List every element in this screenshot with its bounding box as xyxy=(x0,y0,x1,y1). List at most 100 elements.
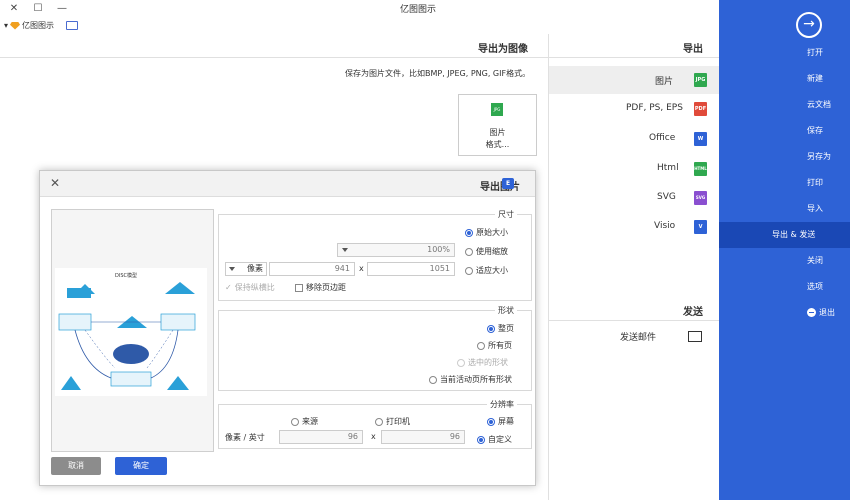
dialog-header: ✕ 导出图片 E xyxy=(40,171,535,197)
custom-option[interactable]: 自定义 xyxy=(477,434,512,445)
menu-bar: ▾ 亿图图示 xyxy=(0,18,719,34)
export-heading: 导出 xyxy=(683,44,703,55)
current-page-option[interactable]: 整页 xyxy=(487,323,514,334)
mail-icon[interactable] xyxy=(688,331,702,342)
divider xyxy=(549,320,719,321)
pdf-icon: PDF xyxy=(694,102,707,116)
export-item-label: Office xyxy=(649,133,676,143)
shape-group-label: 形状 xyxy=(495,305,517,316)
remove-margin-option[interactable]: 移除页边距 xyxy=(295,282,346,293)
radio-icon xyxy=(291,417,299,426)
sidebar-item-export-send[interactable]: 导出 & 发送 xyxy=(719,222,850,248)
resolution-group: 分辨率 屏幕 打印机 来源 自定义 96 x 96 像素 / 英寸 xyxy=(218,399,532,449)
export-image-dialog: ✕ 导出图片 E DISC模型 尺寸 原始大小 使用缩放 100% 适应大小 1… xyxy=(39,170,536,486)
printer-option[interactable]: 打印机 xyxy=(375,416,410,427)
chevron-down-icon: ▾ xyxy=(4,21,9,30)
zoom-select[interactable]: 100% xyxy=(337,243,455,257)
check-icon: ✓ xyxy=(225,283,232,292)
page-title: 导出为图像 xyxy=(478,44,528,55)
close-window-icon[interactable]: ✕ xyxy=(4,1,24,17)
minimize-window-icon[interactable]: — xyxy=(52,1,72,17)
svg-icon: SVG xyxy=(694,191,707,205)
sidebar-item-new[interactable]: 新建 xyxy=(719,66,850,92)
checkbox-icon xyxy=(295,283,303,292)
gem-icon xyxy=(10,21,21,30)
export-item-office[interactable]: Office W xyxy=(549,125,719,153)
preview-title: DISC模型 xyxy=(115,273,137,279)
chevron-down-icon xyxy=(229,267,235,271)
maximize-window-icon[interactable]: ☐ xyxy=(28,1,48,17)
unit-value: 像素 xyxy=(247,264,263,273)
times-label: x xyxy=(371,432,376,441)
radio-icon xyxy=(429,375,437,384)
dialog-title: 导出图片 xyxy=(480,182,520,193)
send-email-label[interactable]: 发送邮件 xyxy=(620,330,656,343)
width-value: 1051 xyxy=(429,264,450,273)
jpg-icon: JPG xyxy=(694,73,707,87)
selected-shapes-option[interactable]: 选中的形状 xyxy=(457,357,508,368)
image-format-card[interactable]: JPG 图片 格式... xyxy=(458,94,537,156)
option-label: 来源 xyxy=(302,417,318,426)
back-arrow-icon[interactable]: → xyxy=(796,12,822,38)
original-size-option[interactable]: 原始大小 xyxy=(465,227,508,238)
dpi-unit-label: 像素 / 英寸 xyxy=(225,433,265,442)
dpi-x-field[interactable]: 96 xyxy=(381,430,465,444)
option-label: 选中的形状 xyxy=(468,358,508,367)
sidebar-item-save[interactable]: 保存 xyxy=(719,118,850,144)
exit-icon xyxy=(807,308,816,317)
source-option[interactable]: 来源 xyxy=(291,416,318,427)
account-menu[interactable]: ▾ 亿图图示 xyxy=(4,20,54,31)
radio-icon xyxy=(487,324,495,333)
width-field[interactable]: 1051 xyxy=(367,262,455,276)
fit-size-option[interactable]: 适应大小 xyxy=(465,265,508,276)
sidebar-item-exit[interactable]: 退出 xyxy=(719,300,850,326)
screen-option[interactable]: 屏幕 xyxy=(487,416,514,427)
size-group-label: 尺寸 xyxy=(495,209,517,220)
sidebar-item-close[interactable]: 关闭 xyxy=(719,248,850,274)
chevron-down-icon xyxy=(342,248,348,252)
export-item-html[interactable]: Html HTML xyxy=(549,155,719,183)
sidebar-item-cloud[interactable]: 云文档 xyxy=(719,92,850,118)
export-item-svg[interactable]: SVG SVG xyxy=(549,184,719,212)
option-label: 使用缩放 xyxy=(476,247,508,256)
dpi-y-field[interactable]: 96 xyxy=(279,430,363,444)
close-icon[interactable]: ✕ xyxy=(50,176,60,190)
sidebar-item-options[interactable]: 选项 xyxy=(719,274,850,300)
divider xyxy=(549,57,719,58)
option-label: 保持纵横比 xyxy=(234,283,275,292)
radio-icon xyxy=(477,435,485,444)
zoom-value: 100% xyxy=(427,245,450,254)
ok-button[interactable]: 确定 xyxy=(115,457,167,475)
sidebar-item-open[interactable]: 打开 xyxy=(719,40,850,66)
all-pages-option[interactable]: 所有页 xyxy=(477,340,512,351)
divider xyxy=(548,34,549,500)
keyboard-icon[interactable] xyxy=(66,21,78,30)
export-item-label: Visio xyxy=(654,221,676,231)
dpi-x-value: 96 xyxy=(449,432,460,441)
export-item-label: Html xyxy=(657,163,679,173)
unit-select[interactable]: 像素 xyxy=(225,262,267,276)
radio-icon xyxy=(477,341,485,350)
card-sublabel: 格式... xyxy=(485,140,510,149)
title-bar: ✕ ☐ — 亿图图示 xyxy=(0,0,719,18)
cancel-button[interactable]: 取消 xyxy=(51,457,101,475)
option-label: 原始大小 xyxy=(476,228,508,237)
radio-icon xyxy=(375,417,383,426)
option-label: 自定义 xyxy=(488,435,512,444)
radio-icon xyxy=(457,358,465,367)
sidebar-item-import[interactable]: 导入 xyxy=(719,196,850,222)
option-label: 所有页 xyxy=(488,341,512,350)
current-page-all-shapes-option[interactable]: 当前活动页所有形状 xyxy=(429,374,512,385)
export-item-label: PDF, PS, EPS xyxy=(626,103,683,113)
sidebar-item-print[interactable]: 打印 xyxy=(719,170,850,196)
radio-icon xyxy=(465,247,473,256)
send-heading: 发送 xyxy=(683,307,703,318)
zoom-option[interactable]: 使用缩放 xyxy=(465,246,508,257)
export-item-pdf[interactable]: PDF, PS, EPS PDF xyxy=(549,95,719,123)
export-item-image[interactable]: 图片 JPG xyxy=(549,66,719,94)
export-item-visio[interactable]: Visio V xyxy=(549,213,719,241)
sidebar-item-save-as[interactable]: 另存为 xyxy=(719,144,850,170)
height-field[interactable]: 941 xyxy=(269,262,355,276)
keep-ratio-option[interactable]: ✓ 保持纵横比 xyxy=(225,282,275,293)
export-item-label: SVG xyxy=(657,192,676,202)
